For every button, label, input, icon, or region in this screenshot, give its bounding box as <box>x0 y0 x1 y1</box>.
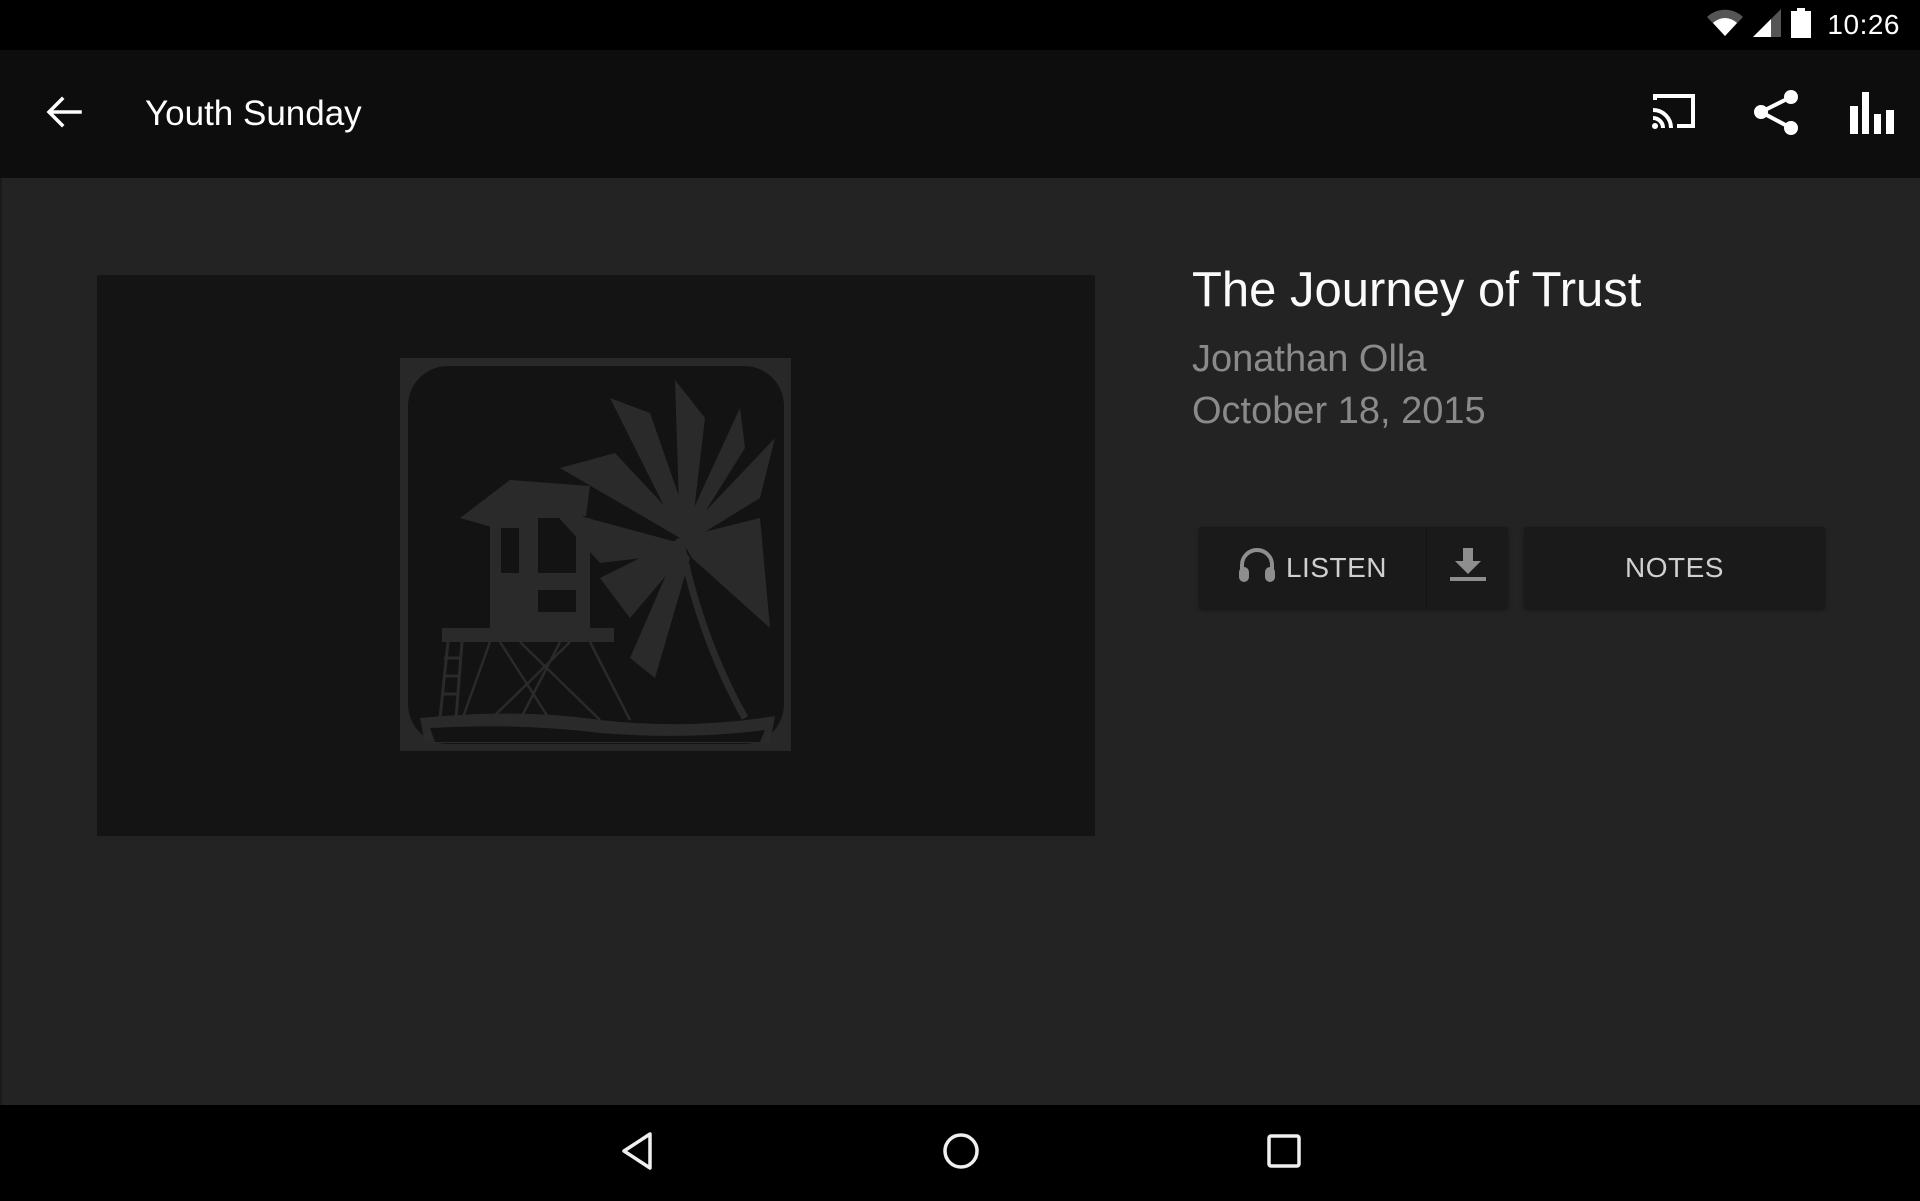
status-time: 10:26 <box>1827 9 1900 40</box>
cell-signal-icon <box>1753 8 1782 42</box>
equalizer-button[interactable] <box>1842 86 1902 142</box>
nav-back-icon <box>620 1131 654 1176</box>
share-button[interactable] <box>1747 86 1807 142</box>
sermon-artwork <box>97 275 1095 836</box>
nav-home-button[interactable] <box>929 1129 993 1177</box>
notes-button[interactable]: NOTES <box>1524 527 1825 608</box>
nav-recents-icon <box>1266 1133 1302 1174</box>
sermon-title: The Journey of Trust <box>1192 263 1642 317</box>
toolbar-title: Youth Sunday <box>145 94 362 133</box>
sermon-speaker: Jonathan Olla <box>1192 338 1427 380</box>
nav-recents-button[interactable] <box>1252 1129 1316 1177</box>
listen-button-group: LISTEN <box>1199 527 1508 608</box>
nav-back-button[interactable] <box>605 1129 669 1177</box>
system-navigation-bar <box>0 1105 1920 1201</box>
listen-button[interactable]: LISTEN <box>1199 527 1427 608</box>
share-icon <box>1753 88 1801 141</box>
wifi-icon <box>1707 9 1744 42</box>
status-bar: 10:26 <box>0 0 1920 50</box>
back-button[interactable] <box>40 90 88 138</box>
lifeguard-tower-palm-logo <box>400 358 791 751</box>
headphones-icon <box>1238 547 1276 588</box>
arrow-left-icon <box>46 96 82 133</box>
nav-home-icon <box>941 1131 981 1176</box>
status-icons: 10:26 <box>1707 0 1900 50</box>
listen-label: LISTEN <box>1285 551 1388 583</box>
battery-icon <box>1791 7 1812 43</box>
download-button[interactable] <box>1427 527 1508 608</box>
download-icon <box>1449 548 1487 587</box>
app-toolbar: Youth Sunday <box>0 50 1920 178</box>
sermon-date: October 18, 2015 <box>1192 390 1486 432</box>
notes-label: NOTES <box>1625 551 1724 583</box>
cast-button[interactable] <box>1643 86 1703 142</box>
equalizer-icon <box>1849 90 1895 139</box>
cast-icon <box>1649 92 1697 137</box>
